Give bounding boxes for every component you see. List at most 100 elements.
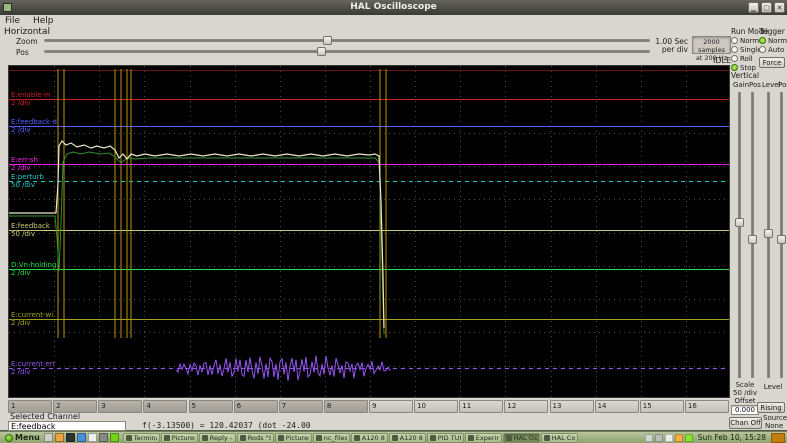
taskbar-window-button-5[interactable]: Pictures bbox=[274, 432, 312, 443]
window-icon bbox=[239, 434, 246, 441]
channel-button-12[interactable]: 12 bbox=[504, 400, 549, 413]
channel-button-4[interactable]: 4 bbox=[143, 400, 188, 413]
source-label: Source bbox=[763, 414, 787, 422]
trigger-pos-slider[interactable] bbox=[777, 92, 786, 378]
selected-channel-label: Selected Channel bbox=[10, 412, 81, 421]
channel-button-3[interactable]: 3 bbox=[98, 400, 143, 413]
radio-single[interactable]: Single bbox=[731, 45, 762, 54]
gain-slider-handle[interactable] bbox=[735, 217, 744, 227]
window-icon bbox=[543, 434, 550, 441]
channel-button-10[interactable]: 10 bbox=[414, 400, 459, 413]
horizontal-pos-slider[interactable] bbox=[44, 47, 650, 56]
channel-button-13[interactable]: 13 bbox=[549, 400, 594, 413]
volume-tray-icon[interactable] bbox=[664, 433, 673, 442]
close-button[interactable]: ✕ bbox=[774, 2, 785, 13]
zoom-slider[interactable] bbox=[44, 36, 650, 45]
chan-off-button[interactable]: Chan Off bbox=[729, 417, 762, 429]
screenshot-launcher-icon[interactable] bbox=[109, 433, 119, 442]
taskbar-window-button-9[interactable]: PID TUNE bbox=[426, 432, 464, 443]
clipboard-tray-icon[interactable] bbox=[644, 433, 653, 442]
notification-tray-icon[interactable] bbox=[674, 433, 683, 442]
taskbar-window-button-2[interactable]: Pictures bbox=[160, 432, 198, 443]
samples-count: 2000 samples bbox=[697, 38, 726, 54]
trigger-level-slider[interactable] bbox=[764, 92, 773, 378]
terminal-launcher-icon[interactable] bbox=[65, 433, 75, 442]
level-readout-label: Level bbox=[763, 383, 783, 391]
force-trigger-button[interactable]: Force bbox=[759, 57, 785, 68]
show-desktop-launcher-icon[interactable] bbox=[43, 433, 53, 442]
channel-button-9[interactable]: 9 bbox=[369, 400, 413, 413]
window-icon bbox=[429, 434, 436, 441]
menu-file[interactable]: File bbox=[0, 15, 25, 27]
calculator-launcher-icon[interactable] bbox=[98, 433, 108, 442]
offset-label: Offset bbox=[734, 397, 756, 405]
channel-button-7[interactable]: 7 bbox=[278, 400, 323, 413]
zoom-slider-handle[interactable] bbox=[322, 36, 332, 45]
taskbar-window-button-10[interactable]: Experim... bbox=[464, 432, 502, 443]
zoom-slider-track[interactable] bbox=[44, 39, 650, 42]
radio-label: Normal bbox=[768, 36, 787, 45]
battery-tray-icon[interactable] bbox=[684, 433, 693, 442]
menu-help[interactable]: Help bbox=[28, 15, 59, 27]
selected-channel-input[interactable] bbox=[8, 421, 126, 431]
offset-value-display[interactable]: 0.000 bbox=[731, 405, 759, 415]
channel-button-11[interactable]: 11 bbox=[459, 400, 504, 413]
samples-rate-display[interactable]: 2000 samples at 200 Hz bbox=[692, 36, 731, 62]
channel-button-14[interactable]: 14 bbox=[594, 400, 639, 413]
window-icon bbox=[277, 434, 284, 441]
window-list: Terminal Pictures Reply -... Rods "S... Pict… bbox=[122, 432, 578, 443]
channel-button-8[interactable]: 8 bbox=[323, 400, 368, 413]
vertical-gain-slider[interactable] bbox=[735, 92, 744, 378]
channel-button-15[interactable]: 15 bbox=[639, 400, 684, 413]
taskbar-window-button-12[interactable]: HAL Co... bbox=[540, 432, 578, 443]
maximize-button[interactable]: ▢ bbox=[761, 2, 772, 13]
window-icon bbox=[315, 434, 322, 441]
panel-corner-applet[interactable] bbox=[771, 432, 785, 443]
text-editor-launcher-icon[interactable] bbox=[87, 433, 97, 442]
radio-auto[interactable]: Auto bbox=[759, 45, 787, 54]
pos-slider-handle[interactable] bbox=[316, 47, 326, 56]
network-tray-icon[interactable] bbox=[654, 433, 663, 442]
taskbar-window-button-8[interactable]: A120 80... bbox=[388, 432, 426, 443]
trigger-group: Trigger NormalAuto bbox=[759, 27, 787, 54]
taskbar-window-button-4[interactable]: Rods "S... bbox=[236, 432, 274, 443]
vertical-pos-slider[interactable] bbox=[748, 92, 757, 378]
gain-slider-track[interactable] bbox=[738, 92, 741, 378]
window-icon bbox=[3, 3, 12, 12]
channel-button-5[interactable]: 5 bbox=[188, 400, 233, 413]
window-title-label: Experim... bbox=[475, 433, 499, 442]
channel-button-6[interactable]: 6 bbox=[233, 400, 278, 413]
channel-label-7: E:current-wi 2 /div bbox=[11, 311, 54, 327]
web-browser-launcher-icon[interactable] bbox=[76, 433, 86, 442]
taskbar-menu-button[interactable]: Menu bbox=[2, 432, 43, 443]
taskbar-window-button-7[interactable]: A120 80... bbox=[350, 432, 388, 443]
taskbar-window-button-11[interactable]: HAL Osc... bbox=[502, 432, 540, 443]
distro-logo-icon bbox=[5, 433, 13, 442]
pos-slider-track[interactable] bbox=[44, 50, 650, 53]
radio-roll[interactable]: Roll bbox=[731, 54, 759, 63]
radio-normal[interactable]: Normal bbox=[759, 36, 787, 45]
taskbar-window-button-3[interactable]: Reply -... bbox=[198, 432, 236, 443]
taskbar-window-button-1[interactable]: Terminal bbox=[122, 432, 160, 443]
acquisition-state-label: IDLE bbox=[712, 56, 731, 65]
window-title-label: HAL Co... bbox=[551, 433, 575, 442]
waveform-layer bbox=[9, 69, 391, 381]
trigger-edge-button[interactable]: Rising bbox=[757, 402, 785, 413]
minimize-button[interactable]: ▁ bbox=[748, 2, 759, 13]
window-title-label: A120 80... bbox=[361, 433, 385, 442]
titlebar[interactable]: HAL Oscilloscope ▁ ▢ ✕ bbox=[0, 0, 787, 15]
tpos-slider-handle[interactable] bbox=[777, 235, 786, 244]
tray-icon-area bbox=[644, 433, 693, 442]
channel-label-5: E:feedback 50 /div bbox=[11, 222, 50, 238]
zoom-label: Zoom bbox=[16, 37, 38, 46]
clock[interactable]: Sun Feb 10, 15:28 bbox=[695, 433, 769, 442]
file-manager-launcher-icon[interactable] bbox=[54, 433, 64, 442]
taskbar-window-button-6[interactable]: nc_files bbox=[312, 432, 350, 443]
vpos-slider-handle[interactable] bbox=[748, 235, 757, 244]
level-slider-handle[interactable] bbox=[764, 229, 773, 239]
channel-button-16[interactable]: 16 bbox=[684, 400, 729, 413]
radio-normal[interactable]: Normal bbox=[731, 36, 765, 45]
pos-label: Pos bbox=[16, 48, 29, 57]
radio-dot-icon bbox=[759, 46, 766, 53]
window-controls: ▁ ▢ ✕ bbox=[748, 2, 785, 13]
